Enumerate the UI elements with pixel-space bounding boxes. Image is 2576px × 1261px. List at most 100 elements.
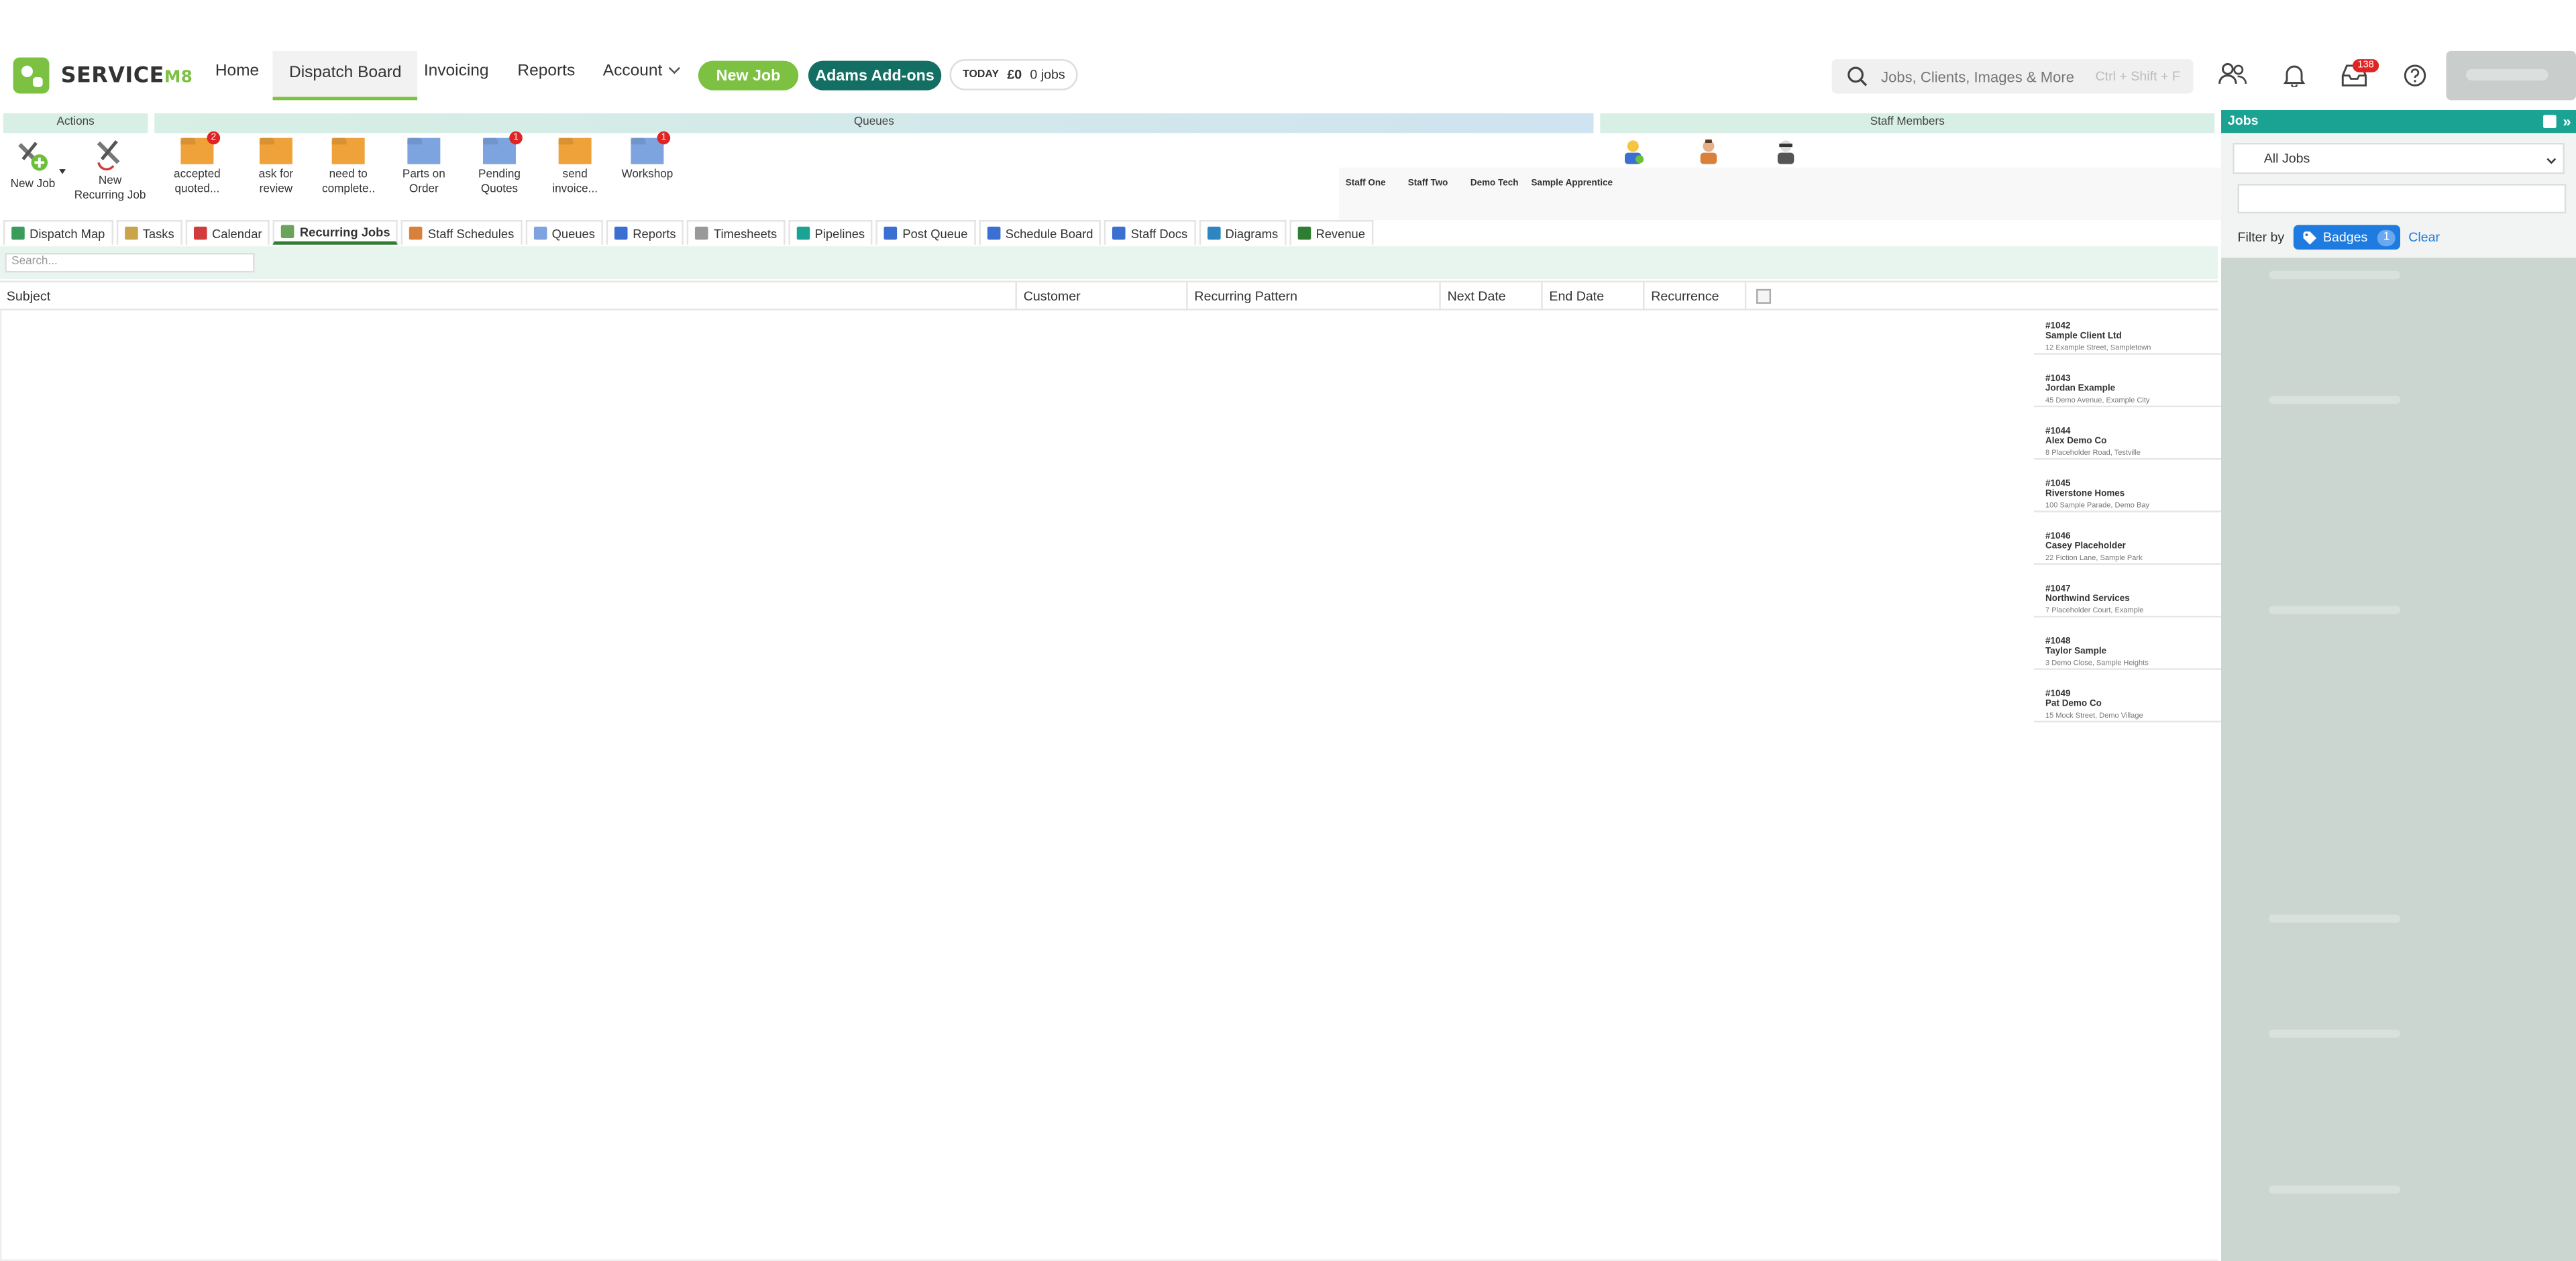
jobs-filter-value: All Jobs bbox=[2263, 151, 2310, 166]
tab-pipelines[interactable]: Pipelines bbox=[788, 220, 873, 245]
placeholder-bar bbox=[2269, 270, 2400, 280]
placeholder-bar bbox=[2269, 914, 2400, 923]
tab-diagrams[interactable]: Diagrams bbox=[1199, 220, 1287, 245]
help-icon[interactable] bbox=[2404, 64, 2426, 87]
staff-avatar-icon[interactable] bbox=[1621, 138, 1644, 164]
grid-search-input[interactable]: Search... bbox=[5, 252, 255, 273]
job-num: #1046 bbox=[2045, 532, 2071, 542]
nav-home[interactable]: Home bbox=[215, 62, 259, 80]
board-tabs: Dispatch Map Tasks Calendar Recurring Jobs S… bbox=[0, 219, 2218, 247]
queue-label: need to complete.. bbox=[322, 169, 376, 196]
user-name-placeholder bbox=[2465, 68, 2548, 80]
recurring-jobs-grid bbox=[0, 310, 2218, 1261]
tab-schedule-board[interactable]: Schedule Board bbox=[979, 220, 1102, 245]
staff-name[interactable]: Sample Apprentice bbox=[1531, 179, 1613, 189]
column-customer[interactable]: Customer bbox=[1017, 282, 1188, 311]
job-num: #1045 bbox=[2045, 479, 2071, 490]
new-job-button[interactable]: New Job bbox=[698, 60, 799, 91]
folder-icon bbox=[259, 138, 292, 164]
tab-calendar[interactable]: Calendar bbox=[185, 220, 270, 245]
tab-staff-schedules[interactable]: Staff Schedules bbox=[401, 220, 523, 245]
tab-label: Dispatch Map bbox=[30, 225, 105, 241]
search-icon bbox=[1847, 66, 1868, 87]
placeholder-bar bbox=[2269, 1185, 2400, 1194]
queue-folder[interactable]: send invoice... bbox=[549, 138, 601, 197]
column-recurring-pattern[interactable]: Recurring Pattern bbox=[1188, 282, 1441, 311]
nav-dispatch-board[interactable]: Dispatch Board bbox=[272, 50, 418, 101]
actions-panel-header: Actions bbox=[3, 113, 148, 133]
nav-reports[interactable]: Reports bbox=[517, 62, 575, 80]
placeholder-bar bbox=[2269, 606, 2400, 614]
logo[interactable]: SERVICEM8 bbox=[13, 57, 193, 94]
caret-down-icon[interactable] bbox=[59, 169, 66, 174]
column-next-date[interactable]: Next Date bbox=[1441, 282, 1543, 311]
folder-icon bbox=[558, 138, 592, 164]
staff-name[interactable]: Staff Two bbox=[1408, 179, 1448, 189]
new-job-action[interactable]: New Job bbox=[7, 138, 59, 193]
column-subject[interactable]: Subject bbox=[0, 282, 1017, 311]
tab-timesheets[interactable]: Timesheets bbox=[687, 220, 786, 245]
job-addr: 12 Example Street, Sampletown bbox=[2045, 343, 2151, 351]
user-menu[interactable] bbox=[2446, 50, 2576, 101]
chevron-down-icon bbox=[2546, 154, 2557, 164]
tab-tasks[interactable]: Tasks bbox=[116, 220, 182, 245]
staff-name[interactable]: Demo Tech bbox=[1470, 179, 1519, 189]
queue-folder[interactable]: ask for review bbox=[250, 138, 302, 197]
today-label: TODAY bbox=[963, 68, 1000, 80]
users-icon[interactable] bbox=[2218, 62, 2247, 85]
bell-icon[interactable] bbox=[2284, 62, 2305, 87]
tab-label: Diagrams bbox=[1225, 225, 1279, 241]
today-summary[interactable]: TODAY £0 0 jobs bbox=[949, 59, 1078, 91]
tab-revenue[interactable]: Revenue bbox=[1289, 220, 1374, 245]
queue-label: Parts on Order bbox=[402, 169, 445, 196]
tab-icon bbox=[533, 226, 547, 240]
collapse-icon[interactable]: » bbox=[2563, 110, 2571, 133]
inbox-button[interactable]: 138 bbox=[2341, 59, 2379, 89]
new-recurring-job-action[interactable]: New Recurring Job bbox=[72, 138, 148, 204]
staff-avatar-icon[interactable] bbox=[1697, 138, 1720, 164]
logo-mark-icon bbox=[13, 57, 50, 94]
column-chooser-icon[interactable] bbox=[1756, 288, 1772, 304]
jobs-side-panel: Jobs » All Jobs Filter by Badges 1 Clear bbox=[2221, 110, 2576, 1261]
badges-chip-label: Badges bbox=[2322, 229, 2368, 245]
tab-dispatch-map[interactable]: Dispatch Map bbox=[3, 220, 113, 245]
badges-filter-chip[interactable]: Badges 1 bbox=[2293, 225, 2400, 250]
queue-badge: 1 bbox=[657, 131, 671, 145]
column-recurrence[interactable]: Recurrence bbox=[1644, 282, 1747, 311]
jobs-search-input[interactable] bbox=[2237, 184, 2567, 214]
global-search[interactable]: Jobs, Clients, Images & More Ctrl + Shif… bbox=[1831, 59, 2194, 94]
tab-staff-docs[interactable]: Staff Docs bbox=[1104, 220, 1196, 245]
tab-label: Reports bbox=[633, 225, 676, 241]
search-placeholder: Jobs, Clients, Images & More bbox=[1881, 68, 2074, 85]
search-shortcut: Ctrl + Shift + F bbox=[2095, 68, 2180, 84]
tab-label: Calendar bbox=[211, 225, 262, 241]
job-client: Alex Demo Co bbox=[2045, 437, 2107, 447]
job-addr: 3 Demo Close, Sample Heights bbox=[2045, 658, 2149, 667]
job-num: #1044 bbox=[2045, 427, 2071, 437]
nav-account[interactable]: Account bbox=[603, 62, 681, 80]
staff-avatar-icon[interactable] bbox=[1774, 138, 1797, 164]
tab-icon bbox=[124, 226, 138, 240]
jobs-filter-select[interactable]: All Jobs bbox=[2233, 142, 2565, 174]
tab-post-queue[interactable]: Post Queue bbox=[876, 220, 976, 245]
clear-filter-link[interactable]: Clear bbox=[2408, 230, 2440, 245]
queue-folder[interactable]: need to complete.. bbox=[322, 138, 376, 197]
queue-folder[interactable]: 1 Pending Quotes bbox=[473, 131, 525, 197]
folder-icon: 1 bbox=[483, 131, 523, 164]
job-client: Taylor Sample bbox=[2045, 647, 2107, 657]
column-end-date[interactable]: End Date bbox=[1543, 282, 1645, 311]
tag-icon bbox=[2303, 230, 2317, 244]
queue-folder[interactable]: 2 accepted quoted... bbox=[171, 131, 223, 197]
nav-invoicing[interactable]: Invoicing bbox=[424, 62, 489, 80]
new-recurring-job-action-label: New Recurring Job bbox=[74, 175, 146, 203]
staff-name[interactable]: Staff One bbox=[1346, 179, 1386, 189]
tab-reports[interactable]: Reports bbox=[606, 220, 684, 245]
tab-recurring-jobs[interactable]: Recurring Jobs bbox=[273, 220, 398, 245]
queue-folder[interactable]: 1 Workshop bbox=[621, 131, 674, 182]
queue-folder[interactable]: Parts on Order bbox=[398, 138, 450, 197]
tab-queues[interactable]: Queues bbox=[525, 220, 604, 245]
addons-button[interactable]: Adams Add-ons bbox=[808, 60, 942, 91]
panel-toggle-checkbox[interactable] bbox=[2543, 115, 2557, 128]
tab-icon bbox=[1112, 226, 1126, 240]
tab-icon bbox=[884, 226, 898, 240]
